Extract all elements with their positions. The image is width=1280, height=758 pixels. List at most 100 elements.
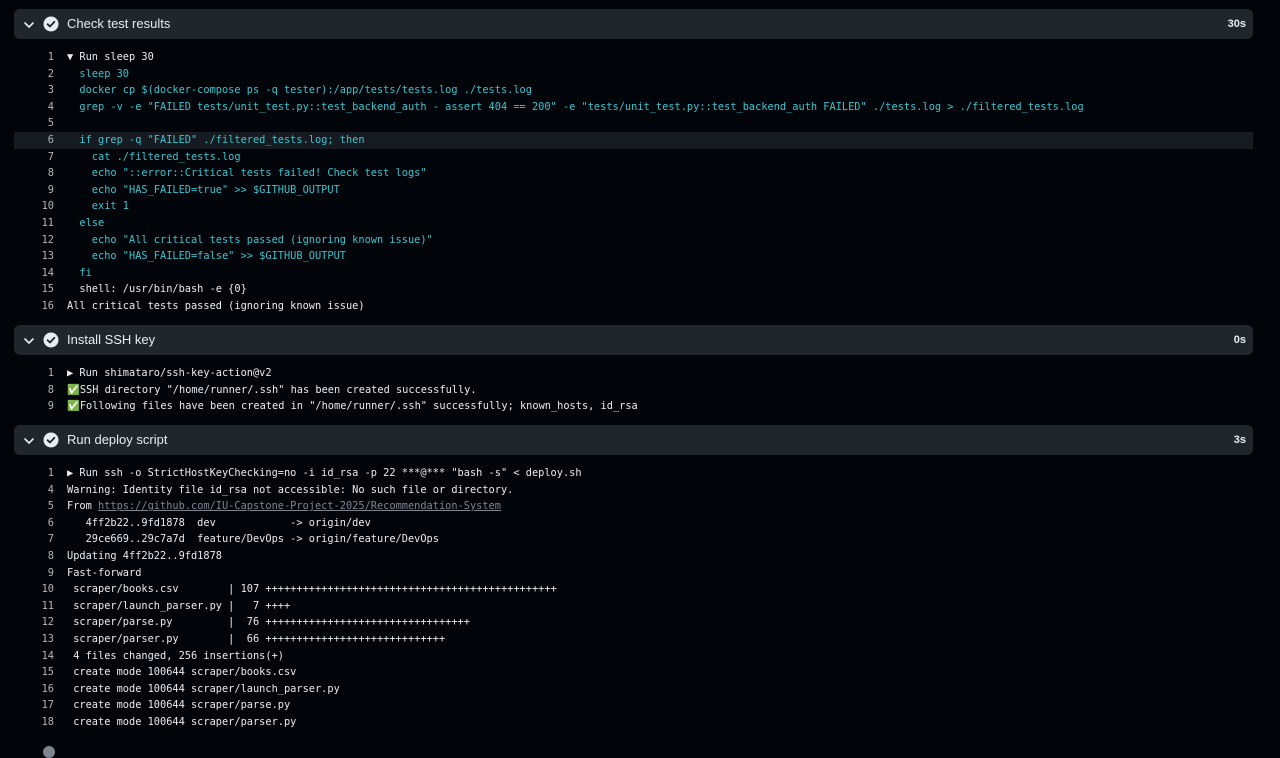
step-duration: 30s [1227,18,1246,30]
line-number[interactable]: 7 [14,149,54,166]
log-text: exit 1 [67,198,129,215]
line-number[interactable]: 9 [14,398,54,415]
log-text: ▶ Run shimataro/ssh-key-action@v2 [67,365,272,382]
line-number[interactable]: 11 [14,598,54,615]
line-number[interactable]: 16 [14,298,54,315]
log-text: create mode 100644 scraper/parser.py [67,714,296,731]
log-text-content: if grep -q "FAILED" ./filtered_tests.log… [67,134,365,146]
log-text: sleep 30 [67,66,129,83]
line-number[interactable]: 13 [14,631,54,648]
log-text-content: fi [67,266,92,279]
line-number[interactable]: 10 [14,198,54,215]
log-text-content: ▶ Run ssh -o StrictHostKeyChecking=no -i… [67,467,582,479]
log-text: ▼ Run sleep 30 [67,49,154,66]
step-header[interactable]: Install SSH key 0s [14,325,1253,355]
line-number[interactable]: 12 [14,232,54,249]
line-number[interactable]: 1 [14,465,54,482]
log-line: 17 create mode 100644 scraper/parse.py [14,697,1253,714]
log-text-content: 29ce669..29c7a7d feature/DevOps -> origi… [67,533,439,546]
log-line: 6 4ff2b22..9fd1878 dev -> origin/dev [14,515,1253,532]
line-number[interactable]: 8 [14,548,54,565]
log-text-content: ✅Following files have been created in "/… [67,400,638,413]
log-line: 18 create mode 100644 scraper/parser.py [14,714,1253,731]
log-text-content: 4 files changed, 256 insertions(+) [67,649,284,662]
chevron-down-icon[interactable] [23,18,35,30]
log-text-content: ▶ Run shimataro/ssh-key-action@v2 [67,367,272,379]
line-number[interactable]: 11 [14,215,54,232]
line-number[interactable]: 15 [14,281,54,298]
next-step-status-icon [43,746,55,758]
log-text-content: ✅SSH directory "/home/runner/.ssh" has b… [67,383,477,396]
log-text: ✅SSH directory "/home/runner/.ssh" has b… [67,382,477,399]
log-line: 9 Fast-forward [14,565,1253,582]
log-line: 14 4 files changed, 256 insertions(+) [14,648,1253,665]
log-text: ▶ Run ssh -o StrictHostKeyChecking=no -i… [67,465,582,482]
log-text: Warning: Identity file id_rsa not access… [67,482,513,499]
log-line: 1 ▼ Run sleep 30 [14,49,1253,66]
line-number[interactable]: 5 [14,498,54,515]
log-text-content: Updating 4ff2b22..9fd1878 [67,550,222,562]
step-header[interactable]: Check test results 30s [14,9,1253,39]
line-number[interactable]: 4 [14,482,54,499]
log-text: 4 files changed, 256 insertions(+) [67,648,284,665]
log-text-content: create mode 100644 scraper/parse.py [67,699,291,712]
line-number[interactable]: 12 [14,614,54,631]
log-line: 3 docker cp $(docker-compose ps -q teste… [14,82,1253,99]
line-number[interactable]: 1 [14,49,54,66]
line-number[interactable]: 3 [14,82,54,99]
line-number[interactable]: 5 [14,115,54,132]
line-number[interactable]: 15 [14,664,54,681]
line-number[interactable]: 18 [14,714,54,731]
log-text-content: cat ./filtered_tests.log [67,150,241,163]
log-text: All critical tests passed (ignoring know… [67,298,365,315]
line-number[interactable]: 17 [14,697,54,714]
log-line: 14 fi [14,265,1253,282]
log-text-content: scraper/launch_parser.py | 7 ++++ [67,599,291,612]
log-text-content: create mode 100644 scraper/parser.py [67,716,297,728]
line-number[interactable]: 2 [14,66,54,83]
log-line: 9 ✅Following files have been created in "… [14,398,1253,415]
log-text-content: scraper/books.csv | 107 ++++++++++++++++… [67,583,557,596]
log-text: docker cp $(docker-compose ps -q tester)… [67,82,532,99]
line-number[interactable]: 14 [14,648,54,665]
chevron-down-icon[interactable] [23,434,35,446]
chevron-down-icon[interactable] [23,334,35,346]
log-line: 15 create mode 100644 scraper/books.csv [14,664,1253,681]
log-text: grep -v -e "FAILED tests/unit_test.py::t… [67,99,1083,116]
log-text-content: create mode 100644 scraper/books.csv [67,666,297,679]
line-number[interactable]: 6 [14,515,54,532]
line-number[interactable]: 13 [14,248,54,265]
log-text: fi [67,265,92,282]
log-line: 8 Updating 4ff2b22..9fd1878 [14,548,1253,565]
line-number[interactable]: 9 [14,182,54,199]
log-line: 12 echo "All critical tests passed (igno… [14,232,1253,249]
line-number[interactable]: 10 [14,581,54,598]
line-number[interactable]: 14 [14,265,54,282]
repo-link[interactable]: https://github.com/IU-Capstone-Project-2… [98,500,501,512]
step-header[interactable]: Run deploy script 3s [14,425,1253,455]
line-number[interactable]: 6 [14,132,54,149]
step-duration: 0s [1233,334,1246,346]
log-text: echo "HAS_FAILED=true" >> $GITHUB_OUTPUT [67,182,340,199]
line-number[interactable]: 16 [14,681,54,698]
check-circle-icon [43,332,59,348]
log-text-content: All critical tests passed (ignoring know… [67,300,365,312]
actions-log-view: Check test results 30s 1 ▼ Run sleep 30 2 sl… [0,0,1280,758]
log-text: echo "::error::Critical tests failed! Ch… [67,165,427,182]
line-number[interactable]: 4 [14,99,54,116]
log-text-content: 4ff2b22..9fd1878 dev -> origin/dev [67,516,371,529]
line-number[interactable]: 1 [14,365,54,382]
log-text: Updating 4ff2b22..9fd1878 [67,548,222,565]
line-number[interactable]: 7 [14,531,54,548]
log-text-content: sleep 30 [67,67,129,80]
line-number[interactable]: 8 [14,165,54,182]
log-text-content: echo "HAS_FAILED=false" >> $GITHUB_OUTPU… [67,250,346,263]
log-text-content: echo "::error::Critical tests failed! Ch… [67,167,427,180]
line-number[interactable]: 8 [14,382,54,399]
log-text-content: scraper/parser.py | 66 +++++++++++++++++… [67,633,446,645]
log-text: shell: /usr/bin/bash -e {0} [67,281,246,298]
line-number[interactable]: 9 [14,565,54,582]
log-text-content: docker cp $(docker-compose ps -q tester)… [67,84,532,97]
log-line: 4 grep -v -e "FAILED tests/unit_test.py:… [14,99,1253,116]
log-line: 11 else [14,215,1253,232]
